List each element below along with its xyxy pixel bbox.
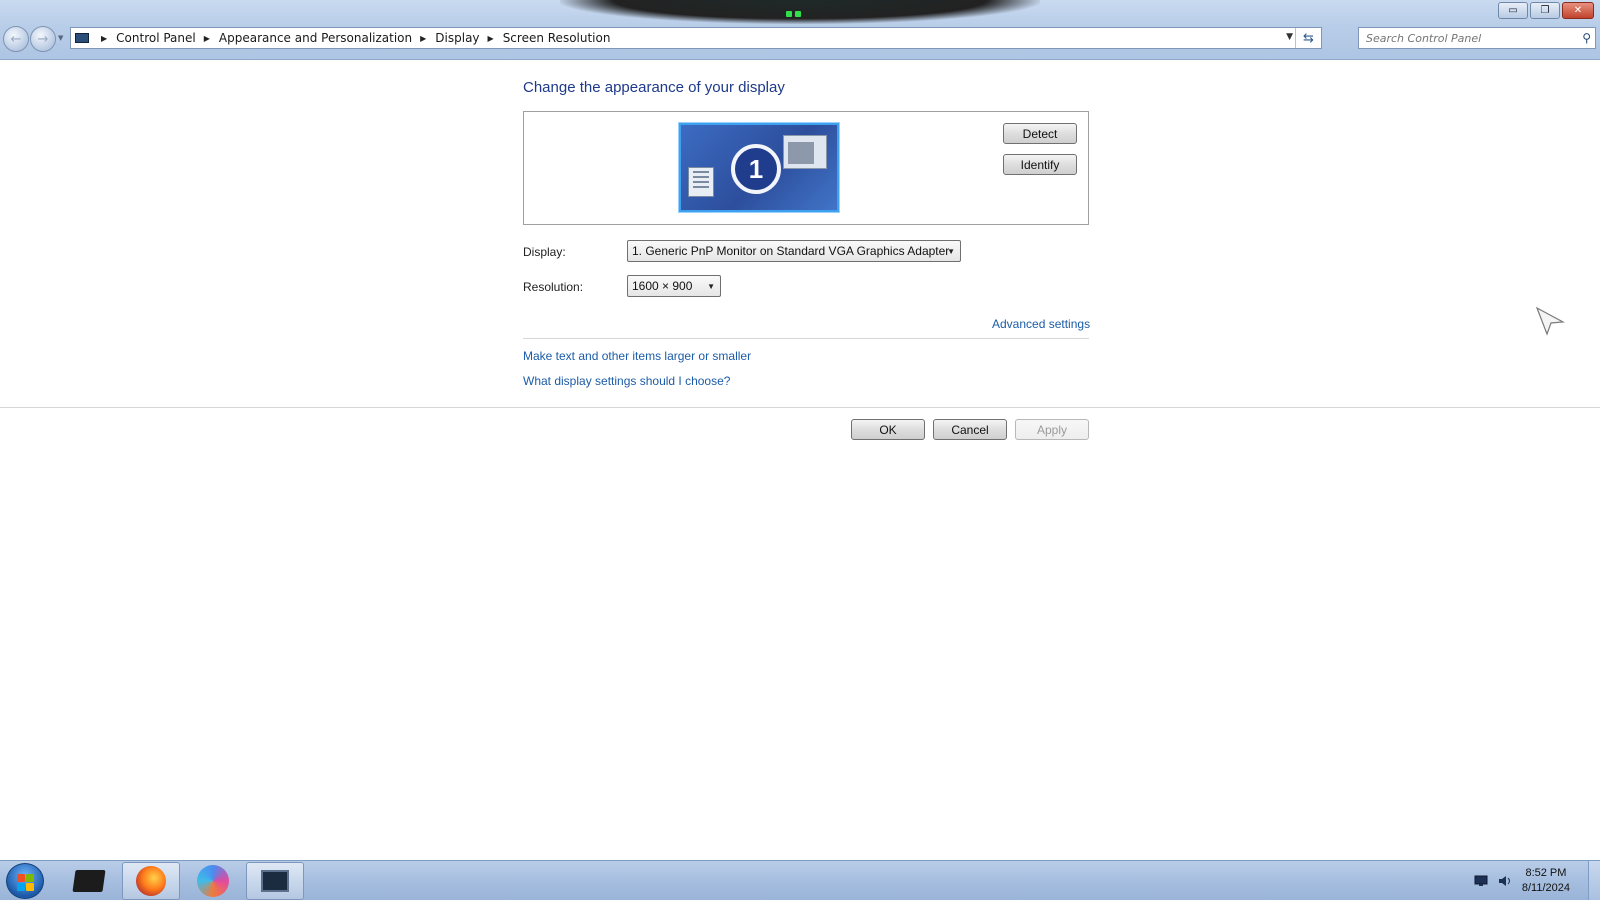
breadcrumb-separator-icon[interactable]: ▶ <box>204 34 210 43</box>
chevron-down-icon: ▼ <box>707 282 715 291</box>
resolution-label: Resolution: <box>523 280 584 294</box>
display-settings-icon <box>261 870 289 892</box>
display-select-value: 1. Generic PnP Monitor on Standard VGA G… <box>632 244 950 258</box>
search-box[interactable]: ⚲ <box>1358 27 1596 49</box>
text-size-link[interactable]: Make text and other items larger or smal… <box>523 349 751 363</box>
forward-arrow-icon: → <box>37 31 49 47</box>
taskbar-browser[interactable] <box>184 862 242 900</box>
volume-icon[interactable] <box>1498 875 1512 887</box>
breadcrumb-separator-icon[interactable]: ▶ <box>101 34 107 43</box>
search-input[interactable] <box>1366 31 1566 45</box>
refresh-button[interactable]: ⇆ <box>1295 28 1321 48</box>
detect-button[interactable]: Detect <box>1003 123 1077 144</box>
breadcrumb: ▶ Control Panel ▶ Appearance and Persona… <box>93 31 610 45</box>
window-icon <box>783 135 827 169</box>
display-select[interactable]: 1. Generic PnP Monitor on Standard VGA G… <box>627 240 961 262</box>
footer-divider <box>0 407 1600 408</box>
back-arrow-icon: ← <box>10 31 22 47</box>
cancel-button[interactable]: Cancel <box>933 419 1007 440</box>
restore-button[interactable]: ❐ <box>1530 2 1560 19</box>
mouse-cursor-icon <box>1535 306 1565 336</box>
apply-button[interactable]: Apply <box>1015 419 1089 440</box>
breadcrumb-control-panel[interactable]: Control Panel <box>116 31 196 45</box>
address-bar[interactable]: ▶ Control Panel ▶ Appearance and Persona… <box>70 27 1322 49</box>
breadcrumb-display[interactable]: Display <box>435 31 479 45</box>
document-icon <box>688 167 714 197</box>
display-help-link[interactable]: What display settings should I choose? <box>523 374 730 388</box>
taskbar: 8:52 PM 8/11/2024 <box>0 860 1600 900</box>
window-controls: ▭ ❐ ✕ <box>1498 2 1594 19</box>
main-content: Change the appearance of your display 1 … <box>0 61 1600 861</box>
browser-icon <box>197 865 229 897</box>
recent-pages-dropdown-icon[interactable]: ▼ <box>58 34 63 42</box>
network-icon[interactable] <box>1474 875 1488 887</box>
forward-button[interactable]: → <box>30 26 56 52</box>
close-button[interactable]: ✕ <box>1562 2 1594 19</box>
taskbar-screen-resolution[interactable] <box>246 862 304 900</box>
navigation-bar: ← → ▼ ▶ Control Panel ▶ Appearance and P… <box>0 24 1600 54</box>
clock-time: 8:52 PM <box>1525 867 1567 879</box>
taskbar-file-explorer[interactable] <box>60 862 118 900</box>
minimize-button[interactable]: ▭ <box>1498 2 1528 19</box>
taskbar-firefox[interactable] <box>122 862 180 900</box>
monitor-arrangement-panel: 1 Detect Identify <box>523 111 1089 225</box>
identify-button[interactable]: Identify <box>1003 154 1077 175</box>
firefox-icon <box>136 866 166 896</box>
monitor-number-badge: 1 <box>731 144 781 194</box>
show-desktop-button[interactable] <box>1588 861 1600 900</box>
resolution-select-value: 1600 × 900 <box>632 279 693 293</box>
ok-button[interactable]: OK <box>851 419 925 440</box>
page-title: Change the appearance of your display <box>523 79 785 96</box>
advanced-settings-link[interactable]: Advanced settings <box>992 317 1090 331</box>
breadcrumb-screen-resolution[interactable]: Screen Resolution <box>503 31 611 45</box>
display-label: Display: <box>523 245 566 259</box>
resolution-select[interactable]: 1600 × 900 ▼ <box>627 275 721 297</box>
breadcrumb-appearance[interactable]: Appearance and Personalization <box>219 31 412 45</box>
webcam-notch <box>560 0 1040 24</box>
section-divider <box>523 338 1089 339</box>
clock[interactable]: 8:52 PM 8/11/2024 <box>1522 866 1570 896</box>
window-titlebar: ▭ ❐ ✕ ← → ▼ ▶ Control Panel ▶ Appearance… <box>0 0 1600 60</box>
folder-icon <box>72 870 106 892</box>
address-history-dropdown-icon[interactable]: ▼ <box>1286 32 1293 42</box>
breadcrumb-separator-icon[interactable]: ▶ <box>488 34 494 43</box>
clock-date: 8/11/2024 <box>1521 882 1570 894</box>
chevron-down-icon: ▼ <box>947 247 955 256</box>
control-panel-icon <box>71 29 93 47</box>
back-button[interactable]: ← <box>3 26 29 52</box>
system-tray: 8:52 PM 8/11/2024 <box>1474 861 1600 900</box>
monitor-1-tile[interactable]: 1 <box>679 123 839 212</box>
refresh-icon: ⇆ <box>1303 30 1314 46</box>
search-icon[interactable]: ⚲ <box>1582 31 1591 45</box>
breadcrumb-separator-icon[interactable]: ▶ <box>420 34 426 43</box>
start-button[interactable] <box>6 863 44 899</box>
